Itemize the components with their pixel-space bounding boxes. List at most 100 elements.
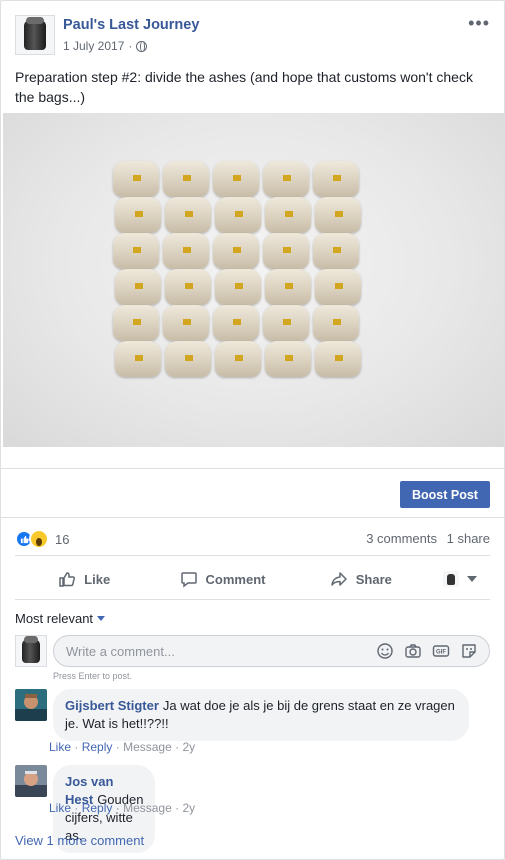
more-options-icon[interactable]: ••• (468, 14, 490, 32)
comment-composer: GIF (15, 635, 490, 669)
commenter-avatar[interactable] (15, 689, 47, 721)
boost-post-button[interactable]: Boost Post (400, 481, 490, 508)
ash-bag (115, 197, 161, 233)
ash-bag (113, 305, 159, 341)
ash-bag (263, 161, 309, 197)
post-header: Paul's Last Journey 1 July 2017 · ••• (15, 14, 490, 59)
ash-bag (315, 197, 361, 233)
ash-bag (113, 161, 159, 197)
sticker-icon[interactable] (460, 642, 478, 660)
separator: · (175, 801, 180, 815)
share-icon (331, 572, 347, 586)
comment-time[interactable]: 2y (182, 801, 195, 815)
post-date[interactable]: 1 July 2017 (63, 39, 124, 53)
comment-reply-link[interactable]: Reply (82, 740, 113, 754)
comment-label: Comment (205, 571, 266, 587)
camera-icon[interactable] (404, 642, 422, 660)
ash-bag (265, 341, 311, 377)
urn-icon (22, 636, 40, 663)
post-as-selector[interactable] (430, 563, 490, 595)
composer-icons: GIF (376, 642, 478, 660)
comment-sort-dropdown[interactable]: Most relevant (15, 611, 106, 626)
meta-separator: · (128, 39, 133, 53)
ash-bag (213, 233, 259, 269)
separator: · (115, 740, 120, 754)
number-sticker (335, 355, 343, 361)
ash-bag (265, 269, 311, 305)
like-label: Like (84, 571, 111, 587)
separator: · (115, 801, 120, 815)
ash-bag (215, 341, 261, 377)
number-sticker (233, 175, 241, 181)
number-sticker (283, 175, 291, 181)
page-mini-avatar (442, 571, 459, 587)
separator: · (74, 801, 79, 815)
page-name-link[interactable]: Paul's Last Journey (63, 17, 199, 33)
ash-bag (263, 233, 309, 269)
comment-time[interactable]: 2y (182, 740, 195, 754)
comment-button[interactable]: Comment (153, 563, 291, 595)
comment-reply-link[interactable]: Reply (82, 801, 113, 815)
number-sticker (133, 319, 141, 325)
comments-count-link[interactable]: 3 comments (366, 531, 437, 546)
ash-bag (213, 305, 259, 341)
commenter-avatar[interactable] (15, 765, 47, 797)
view-more-comments-link[interactable]: View 1 more comment (15, 833, 144, 848)
ash-bag (165, 269, 211, 305)
number-sticker (333, 175, 341, 181)
number-sticker (235, 355, 243, 361)
reactions-summary[interactable]: 16 (15, 529, 69, 549)
ash-bag (113, 233, 159, 269)
shares-count-link[interactable]: 1 share (447, 531, 490, 546)
post-actions: Like Comment Share (15, 563, 490, 595)
comment-bubble: Gijsbert Stigter Ja wat doe je als je bij… (53, 689, 469, 741)
ash-bag (263, 305, 309, 341)
comment-message-link[interactable]: Message (123, 740, 172, 754)
press-enter-hint: Press Enter to post. (53, 671, 133, 681)
photo-footer-divider (1, 447, 504, 469)
number-sticker (233, 247, 241, 253)
emoji-icon[interactable] (376, 642, 394, 660)
comment-like-link[interactable]: Like (49, 740, 71, 754)
share-button[interactable]: Share (292, 563, 430, 595)
number-sticker (135, 211, 143, 217)
comment-icon (180, 572, 197, 588)
comment-author-link[interactable]: Gijsbert Stigter (65, 698, 159, 713)
post-meta: 1 July 2017 · (63, 39, 148, 53)
page-avatar (15, 635, 47, 667)
number-sticker (185, 355, 193, 361)
ash-bags-grid (113, 161, 378, 447)
like-button[interactable]: Like (15, 563, 153, 595)
gif-icon[interactable]: GIF (432, 642, 450, 660)
divider (15, 599, 490, 600)
comment-message-link[interactable]: Message (123, 801, 172, 815)
number-sticker (135, 355, 143, 361)
ash-bag (315, 269, 361, 305)
number-sticker (183, 319, 191, 325)
number-sticker (233, 319, 241, 325)
ash-bag (163, 161, 209, 197)
ash-bag (313, 233, 359, 269)
ash-bag (165, 197, 211, 233)
globe-icon (136, 40, 148, 52)
ash-bag (115, 269, 161, 305)
number-sticker (185, 211, 193, 217)
ash-bag (315, 341, 361, 377)
post-photo[interactable] (3, 113, 504, 447)
post-card: Paul's Last Journey 1 July 2017 · ••• Pr… (0, 0, 505, 860)
sort-label: Most relevant (15, 611, 94, 626)
reaction-count: 16 (55, 531, 70, 547)
comment-like-link[interactable]: Like (49, 801, 71, 815)
number-sticker (285, 355, 293, 361)
ash-bag (313, 305, 359, 341)
page-avatar[interactable] (15, 15, 55, 55)
number-sticker (235, 211, 243, 217)
chevron-down-icon (97, 616, 106, 621)
comment-share-counts: 3 comments 1 share (360, 531, 490, 546)
ash-bag (213, 161, 259, 197)
ash-bag (265, 197, 311, 233)
ash-bag (115, 341, 161, 377)
number-sticker (133, 175, 141, 181)
ash-bag (163, 233, 209, 269)
number-sticker (333, 247, 341, 253)
